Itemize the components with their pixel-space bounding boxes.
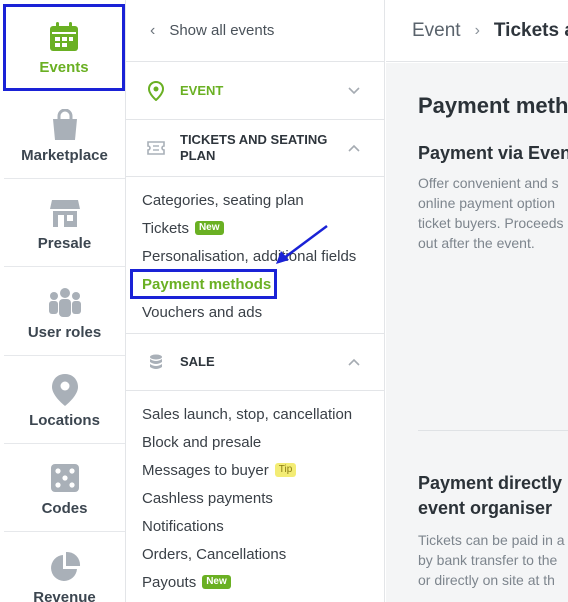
menu-item-label: Sales launch, stop, cancellation — [142, 405, 353, 423]
nav-presale[interactable]: Presale — [4, 181, 125, 267]
nav-marketplace[interactable]: Marketplace — [4, 93, 125, 179]
nav-marketplace-label: Marketplace — [21, 146, 108, 164]
paragraph-line: or directly on site at th — [418, 572, 555, 588]
content-body: Payment meth Payment via Even Offer conv… — [386, 63, 568, 602]
calendar-icon — [47, 20, 81, 54]
section-heading-payment-via: Payment via Even — [418, 143, 568, 163]
paragraph-line: Offer convenient and s — [418, 175, 559, 191]
dice-icon — [48, 461, 82, 495]
breadcrumb: Event › Tickets a — [386, 0, 568, 62]
sale-items-list: Sales launch, stop, cancellation Block a… — [126, 391, 384, 602]
nav-locations[interactable]: Locations — [4, 358, 125, 444]
menu-item-label: Vouchers and ads — [142, 303, 263, 321]
show-all-events-label: Show all events — [169, 22, 275, 39]
section-sale-header[interactable]: SALE — [126, 334, 384, 391]
location-icon — [146, 80, 166, 101]
new-badge: New — [194, 221, 224, 235]
nav-events[interactable]: Events — [3, 4, 125, 91]
menu-item-notifications[interactable]: Notifications — [142, 512, 384, 540]
page-title: Payment meth — [418, 93, 568, 118]
section-heading-payment-directly: Payment directly — [418, 473, 563, 493]
breadcrumb-current: Tickets a — [493, 19, 568, 41]
map-pin-icon — [48, 373, 82, 407]
menu-item-label: Orders, Cancellations — [142, 545, 287, 563]
menu-item-label: Messages to buyer — [142, 461, 269, 479]
nav-locations-label: Locations — [29, 411, 100, 429]
menu-item-label: Block and presale — [142, 433, 262, 451]
menu-item-label: Categories, seating plan — [142, 191, 304, 209]
menu-item-orders[interactable]: Orders, Cancellations — [142, 540, 384, 568]
nav-user-roles-label: User roles — [27, 323, 102, 341]
menu-item-payouts[interactable]: Payouts New — [142, 568, 384, 596]
pie-chart-icon — [48, 550, 82, 584]
menu-item-payment-methods[interactable]: Payment methods — [130, 269, 384, 299]
show-all-events-link[interactable]: ‹ Show all events — [126, 0, 384, 62]
menu-item-label: Payouts — [142, 573, 197, 591]
paragraph-line: online payment option — [418, 195, 555, 211]
menu-item-block-presale[interactable]: Block and presale — [142, 428, 384, 456]
tickets-items-list: Categories, seating plan Tickets New Per… — [126, 177, 384, 334]
paragraph-line: Tickets can be paid in a — [418, 532, 565, 548]
tip-badge: Tip — [274, 463, 297, 477]
section-sale-title: SALE — [180, 354, 215, 369]
paragraph-line: by bank transfer to the — [418, 552, 558, 568]
nav-codes-label: Codes — [41, 499, 88, 517]
store-icon — [48, 196, 82, 230]
users-icon — [48, 285, 82, 319]
nav-revenue-label: Revenue — [33, 589, 96, 602]
highlight-box — [130, 269, 277, 299]
nav-user-roles[interactable]: User roles — [4, 270, 125, 356]
breadcrumb-event[interactable]: Event — [412, 20, 461, 42]
chevron-up-icon — [348, 141, 360, 155]
paragraph-line: out after the event. — [418, 235, 535, 251]
new-badge: New — [202, 575, 231, 589]
nav-presale-label: Presale — [37, 234, 92, 252]
menu-item-label: Cashless payments — [142, 489, 273, 507]
section-tickets-title: TICKETS AND SEATING PLAN — [180, 132, 328, 163]
section-event-header[interactable]: EVENT — [126, 62, 384, 120]
menu-item-categories[interactable]: Categories, seating plan — [142, 186, 384, 214]
menu-item-label: Personalisation, additional fields — [142, 247, 357, 265]
menu-item-messages[interactable]: Messages to buyer Tip — [142, 456, 384, 484]
section-event-title: EVENT — [180, 82, 224, 98]
nav-codes[interactable]: Codes — [4, 446, 125, 532]
section-tickets-header[interactable]: TICKETS AND SEATING PLAN — [126, 120, 384, 177]
shopping-bag-icon — [48, 108, 82, 142]
ticket-icon — [146, 138, 166, 158]
section-heading-payment-directly-line2: event organiser — [418, 498, 553, 518]
chevron-left-icon: ‹ — [150, 21, 156, 39]
menu-item-cashless[interactable]: Cashless payments — [142, 484, 384, 512]
divider — [418, 430, 568, 431]
menu-item-personalisation[interactable]: Personalisation, additional fields — [142, 242, 384, 270]
paragraph-line: ticket buyers. Proceeds — [418, 215, 564, 231]
menu-item-label: Tickets — [142, 219, 189, 237]
chevron-right-icon: › — [474, 21, 480, 39]
chevron-down-icon — [348, 84, 360, 98]
menu-item-label: Notifications — [142, 517, 224, 535]
chevron-up-icon — [348, 355, 360, 369]
menu-item-tickets[interactable]: Tickets New — [142, 214, 384, 242]
coins-icon — [146, 352, 166, 372]
content-pane: Event › Tickets a Payment meth Payment v… — [386, 0, 568, 602]
main-nav-rail: Events Marketplace Presale User roles Lo… — [0, 0, 126, 602]
menu-item-vouchers[interactable]: Vouchers and ads — [142, 298, 384, 326]
nav-revenue[interactable]: Revenue — [4, 535, 125, 602]
nav-events-label: Events — [39, 58, 89, 76]
menu-item-sales-launch[interactable]: Sales launch, stop, cancellation — [142, 400, 384, 428]
event-settings-menu: ‹ Show all events EVENT TICKETS AND SEAT… — [126, 0, 385, 602]
